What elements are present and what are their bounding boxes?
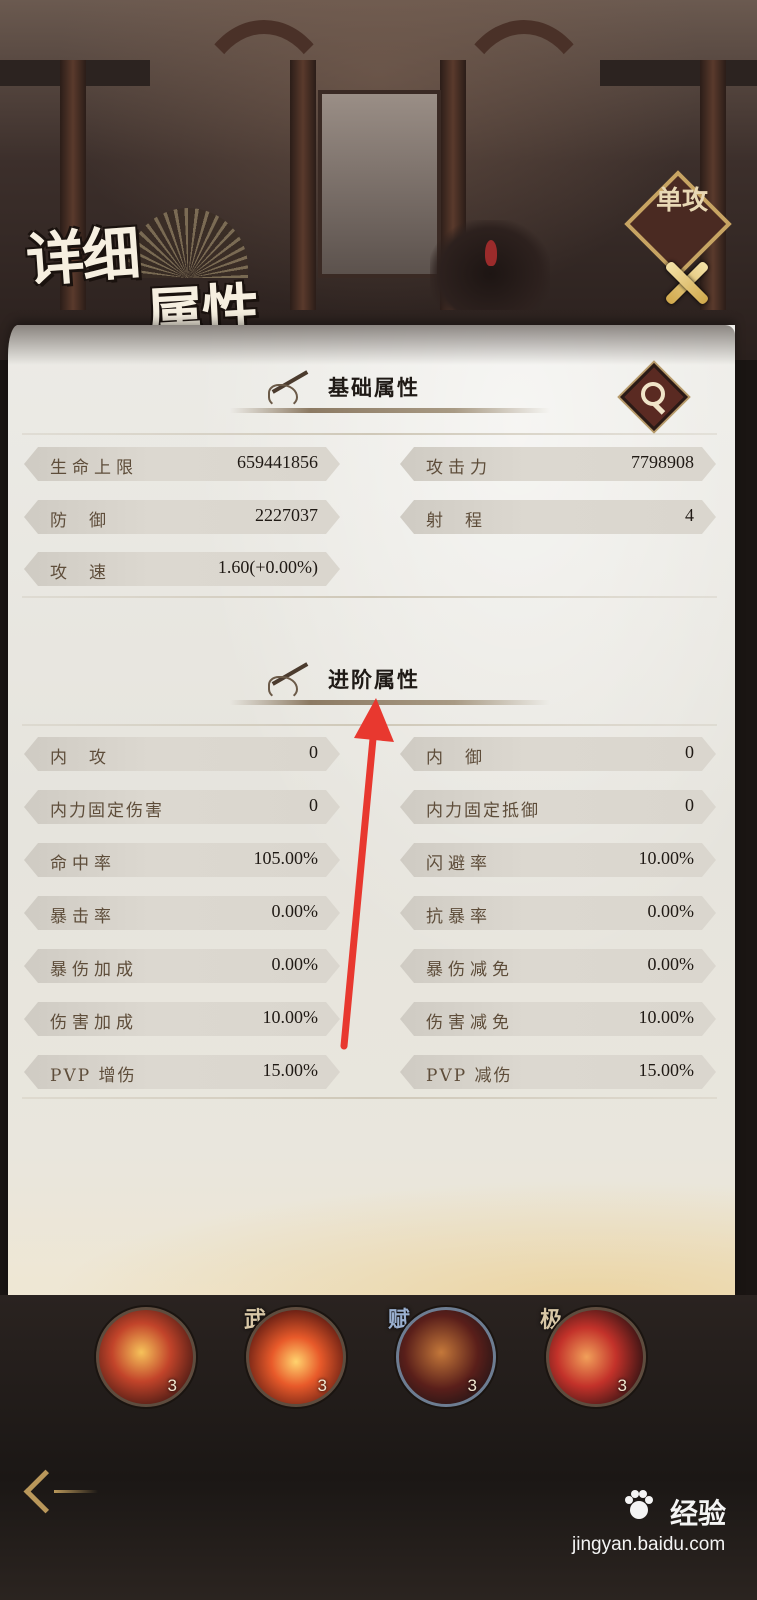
page-title: 详细 属性 (18, 200, 260, 350)
stat-value: 10.00% (262, 1007, 318, 1027)
stat-row: 暴伤加成 0.00% (24, 949, 340, 983)
stat-row: 闪避率 10.00% (400, 843, 716, 877)
stat-label: 攻击力 (426, 458, 492, 478)
beast-eye (485, 240, 497, 266)
close-button[interactable] (660, 258, 710, 308)
skill-slot[interactable]: 3 (546, 1307, 646, 1407)
stat-label: 攻速 (50, 563, 128, 583)
divider (22, 433, 717, 435)
stat-row: 抗暴率 0.00% (400, 896, 716, 930)
stat-row: 内御 0 (400, 737, 716, 771)
panel-ink-edge (8, 325, 735, 365)
ornament-swirl (190, 20, 338, 208)
skill-slot[interactable]: 3 (246, 1307, 346, 1407)
stat-row: 防御 2227037 (24, 500, 340, 534)
skill-level: 3 (617, 1376, 627, 1395)
stat-row: 命中率 105.00% (24, 843, 340, 877)
skill-slot[interactable]: 3 (96, 1307, 196, 1407)
stat-row: 内攻 0 (24, 737, 340, 771)
stat-row: 内力固定伤害 0 (24, 790, 340, 824)
stat-label: 射程 (426, 511, 504, 531)
stat-label: 内攻 (50, 748, 128, 768)
stat-row: PVP 减伤 15.00% (400, 1055, 716, 1089)
stat-value: 105.00% (253, 848, 318, 868)
stat-row: 暴伤减免 0.00% (400, 949, 716, 983)
stat-value: 15.00% (262, 1060, 318, 1080)
section-header-basic: 基础属性 (230, 370, 550, 420)
stat-label: 防御 (50, 511, 128, 531)
stat-value: 0.00% (647, 901, 694, 921)
stat-row: 内力固定抵御 0 (400, 790, 716, 824)
skill-level: 3 (167, 1376, 177, 1395)
divider (22, 1097, 717, 1099)
ink-stroke (230, 408, 550, 413)
back-button[interactable] (23, 1469, 102, 1514)
stat-value: 659441856 (237, 452, 318, 472)
stat-label: 暴击率 (50, 907, 116, 927)
ornament-swirl (450, 20, 598, 208)
search-button[interactable] (620, 363, 688, 431)
stat-row: 伤害减免 10.00% (400, 1002, 716, 1036)
title-line-1: 详细 (24, 219, 141, 295)
stat-label: 内御 (426, 748, 504, 768)
stat-label: 生命上限 (50, 458, 138, 478)
stat-label: PVP 增伤 (50, 1066, 137, 1086)
stat-value: 2227037 (255, 505, 318, 525)
back-arrow-tail (54, 1490, 98, 1493)
stat-row: 攻击力 7798908 (400, 447, 716, 481)
stat-row: PVP 增伤 15.00% (24, 1055, 340, 1089)
stat-label: 内力固定抵御 (426, 801, 540, 821)
roof-right (600, 60, 757, 86)
annotation-arrow (340, 698, 394, 1050)
stat-value: 15.00% (638, 1060, 694, 1080)
stat-value: 10.00% (638, 1007, 694, 1027)
stat-value: 10.00% (638, 848, 694, 868)
stat-label: 内力固定伤害 (50, 801, 164, 821)
stat-row: 伤害加成 10.00% (24, 1002, 340, 1036)
watermark-cn: 经验 (670, 1497, 727, 1530)
divider (22, 596, 717, 598)
stat-label: 伤害减免 (426, 1013, 514, 1033)
stat-row: 生命上限 659441856 (24, 447, 340, 481)
section-title-basic: 基础属性 (328, 375, 420, 400)
stat-label: 伤害加成 (50, 1013, 138, 1033)
stat-label: 暴伤加成 (50, 960, 138, 980)
watermark-url: jingyan.baidu.com (572, 1534, 726, 1555)
stat-value: 0 (309, 795, 318, 815)
skill-slot[interactable]: 3 (396, 1307, 496, 1407)
stat-label: PVP 减伤 (426, 1066, 513, 1086)
paw-icon (625, 1490, 653, 1519)
stat-row: 暴击率 0.00% (24, 896, 340, 930)
stat-value: 7798908 (631, 452, 694, 472)
stat-value: 0 (309, 742, 318, 762)
stat-value: 4 (685, 505, 694, 525)
brush-icon (260, 662, 310, 702)
panel-glow (8, 1170, 735, 1300)
stat-value: 0.00% (271, 901, 318, 921)
stat-label: 闪避率 (426, 854, 492, 874)
stat-label: 暴伤减免 (426, 960, 514, 980)
skill-level: 3 (467, 1376, 477, 1395)
stat-row: 射程 4 (400, 500, 716, 534)
stat-value: 0.00% (647, 954, 694, 974)
brush-icon (260, 370, 310, 410)
stat-value: 0 (685, 795, 694, 815)
stat-label: 抗暴率 (426, 907, 492, 927)
mode-tag: 单攻 (655, 186, 708, 216)
stat-value: 0.00% (271, 954, 318, 974)
stat-label: 命中率 (50, 854, 116, 874)
stat-value: 0 (685, 742, 694, 762)
stat-value: 1.60(+0.00%) (217, 557, 318, 577)
skill-level: 3 (317, 1376, 327, 1395)
stat-row: 攻速 1.60(+0.00%) (24, 552, 340, 586)
baidu-jingyan-watermark: 经验 jingyan.baidu.com (570, 1486, 750, 1566)
